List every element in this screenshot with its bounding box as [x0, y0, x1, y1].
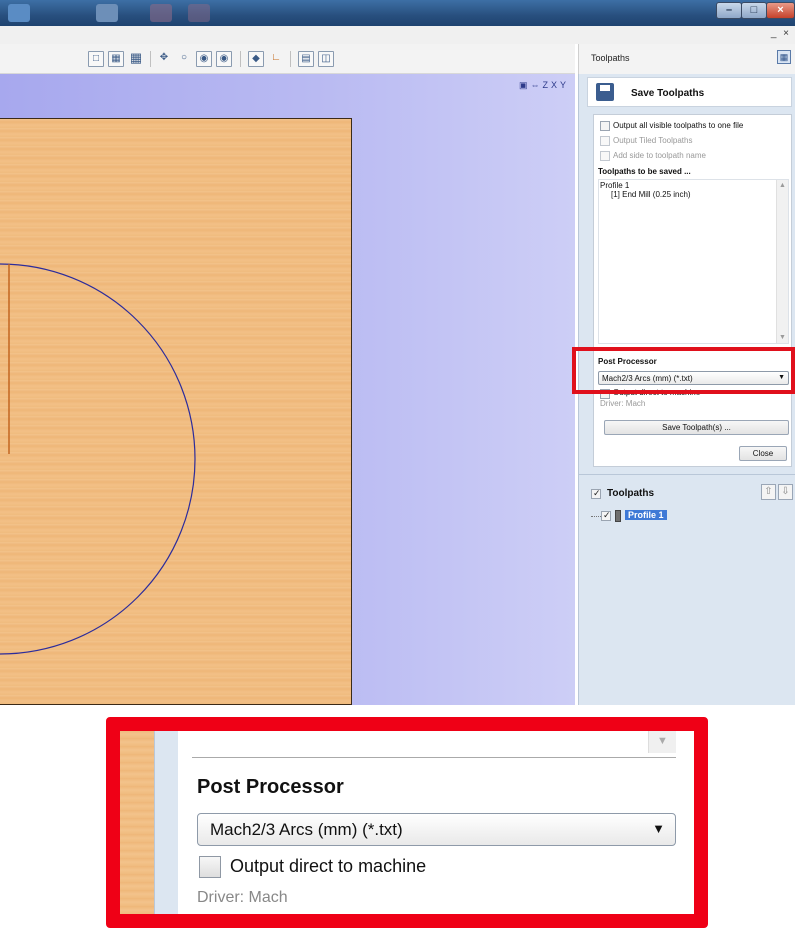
split-icon[interactable]: ◫ [318, 51, 334, 67]
circle-vector[interactable] [0, 118, 352, 705]
toolpath-checkbox-profile-1[interactable] [601, 510, 611, 521]
option-checkbox-tiled[interactable] [600, 136, 610, 146]
to-be-saved-heading: Toolpaths to be saved ... [598, 167, 691, 176]
mdi-window-controls[interactable]: _ × [771, 28, 791, 39]
zoom-post-processor-value: Mach2/3 Arcs (mm) (*.txt) [210, 820, 403, 839]
toolpath-item-profile-1[interactable]: Profile 1 [625, 510, 667, 520]
zoom-scroll-down-icon: ▼ [648, 731, 676, 753]
post-processor-highlight [572, 347, 795, 394]
zoom-extents-icon: ▣ [518, 80, 531, 90]
scroll-up-icon[interactable]: ▲ [779, 182, 786, 189]
toolpaths-to-save-list[interactable]: Profile 1 [1] End Mill (0.25 inch) ▲ ▼ [598, 179, 789, 344]
y-view-icon: Y [559, 80, 569, 90]
3d-view[interactable]: ▣⇔ZXY [0, 74, 575, 705]
option-checkbox-add-side[interactable] [600, 151, 610, 161]
option-label-one-file: Output all visible toolpaths to one file [613, 121, 744, 130]
zoom-output-direct-label: Output direct to machine [230, 856, 427, 876]
scroll-down-icon[interactable]: ▼ [779, 334, 786, 341]
toolpath-order-controls: ⇧ ⇩ [761, 484, 793, 500]
save-toolpaths-button[interactable]: Save Toolpath(s) ... [604, 420, 789, 435]
list-item: [1] End Mill (0.25 inch) [611, 190, 691, 199]
floppy-disk-icon [596, 83, 614, 101]
maximize-button[interactable]: □ [741, 2, 767, 19]
zoom-inset-callout: ▼ Post Processor Mach2/3 Arcs (mm) (*.tx… [106, 717, 708, 928]
toolpaths-section-title: Toolpaths [607, 488, 655, 499]
view-axis-icon[interactable]: ∟ [268, 51, 284, 67]
close-button[interactable]: Close [739, 446, 787, 461]
list-scrollbar[interactable]: ▲ ▼ [776, 180, 788, 343]
app-icon [8, 4, 30, 22]
save-toolpaths-title: Save Toolpaths [631, 88, 705, 99]
pan-icon[interactable]: ✥ [156, 51, 172, 67]
zoom-post-processor-heading: Post Processor [197, 776, 344, 798]
zoom-fit-icon[interactable]: ◉ [196, 51, 212, 67]
menu-strip: _ × [0, 26, 795, 44]
toolpaths-section-checkbox[interactable] [591, 488, 601, 499]
close-window-button[interactable]: × [766, 2, 795, 19]
pin-icon[interactable]: ▦ [777, 50, 791, 64]
window-title-bar: – □ × [0, 0, 795, 26]
minimize-button[interactable]: – [716, 2, 742, 19]
snap-icon[interactable]: ▦ [108, 51, 124, 67]
option-checkbox-one-file[interactable] [600, 121, 610, 131]
list-item: Profile 1 [600, 181, 630, 190]
save-toolpaths-header: Save Toolpaths [587, 77, 792, 107]
quick-access-icon[interactable] [96, 4, 118, 22]
zoom-post-processor-select: Mach2/3 Arcs (mm) (*.txt) ▼ [197, 813, 676, 846]
driver-label: Driver: Mach [600, 399, 646, 408]
iso-view-icon: ⇔ [530, 80, 543, 90]
tree-connector [591, 516, 601, 517]
divider [579, 474, 795, 475]
x-view-icon: X [550, 80, 560, 90]
zoom-box-icon[interactable]: ◉ [216, 51, 232, 67]
circle-arc [0, 263, 196, 655]
zoom-icon[interactable]: ○ [176, 51, 192, 67]
chevron-down-icon: ▼ [652, 821, 665, 836]
move-up-icon[interactable]: ⇧ [761, 484, 776, 500]
zoom-divider [192, 757, 676, 758]
view-iso-icon[interactable]: ◆ [248, 51, 264, 67]
quick-access-icon[interactable] [188, 4, 210, 22]
select-icon[interactable]: □ [88, 51, 104, 67]
option-label-add-side: Add side to toolpath name [613, 151, 706, 160]
layout-icon[interactable]: ▤ [298, 51, 314, 67]
panel-title: Toolpaths [591, 53, 630, 63]
zoom-material-strip [120, 731, 154, 914]
view-toolbar: □ ▦ ▦ ✥ ○ ◉ ◉ ◆ ∟ ▤ ◫ [0, 44, 575, 74]
option-label-tiled: Output Tiled Toolpaths [613, 136, 693, 145]
z-view-icon: Z [542, 80, 551, 90]
grid-icon[interactable]: ▦ [128, 51, 144, 67]
zoom-panel-edge [154, 731, 178, 914]
save-form: Output all visible toolpaths to one file… [593, 114, 792, 467]
end-mill-icon [615, 510, 621, 522]
zoom-driver-label: Driver: Mach [197, 889, 288, 906]
panel-header: Toolpaths ▦ [578, 44, 795, 74]
axis-view-icons[interactable]: ▣⇔ZXY [519, 80, 569, 91]
quick-access-icon[interactable] [150, 4, 172, 22]
zoom-output-direct-checkbox [199, 856, 221, 878]
move-down-icon[interactable]: ⇩ [778, 484, 793, 500]
